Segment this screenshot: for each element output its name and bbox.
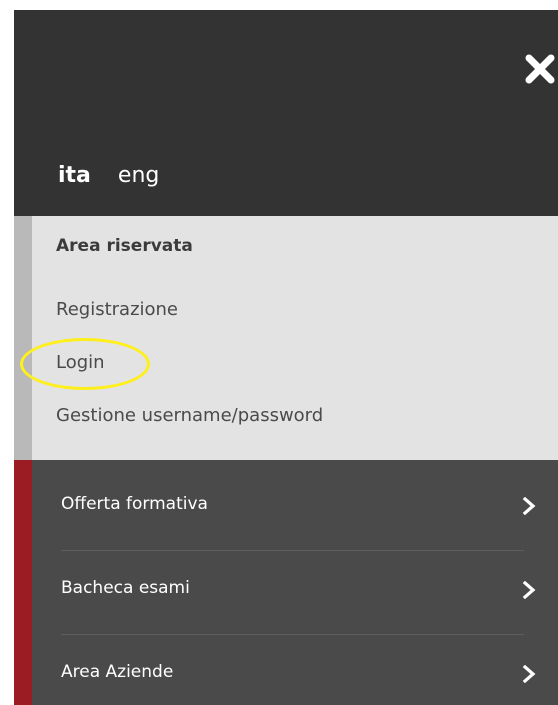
nav-item-bacheca-esami[interactable]: Bacheca esami [32, 550, 558, 632]
nav-item-label: Bacheca esami [61, 578, 190, 598]
nav-stripe [14, 460, 32, 705]
nav-item-label: Area Aziende [61, 662, 174, 682]
nav-item-offerta-formativa[interactable]: Offerta formativa [32, 466, 558, 548]
reserved-area-stripe [14, 216, 32, 460]
side-menu: ita eng Area riservata Registrazione Log… [14, 10, 558, 705]
close-button[interactable] [522, 51, 558, 87]
chevron-right-icon [522, 581, 536, 599]
language-ita[interactable]: ita [58, 163, 91, 188]
page: ita eng Area riservata Registrazione Log… [0, 0, 558, 705]
chevron-right-icon [522, 497, 536, 515]
registration-link[interactable]: Registrazione [56, 299, 178, 320]
reserved-area-title: Area riservata [56, 236, 193, 256]
nav-list: Offerta formativa Bacheca esami Area Azi… [14, 460, 558, 705]
language-eng[interactable]: eng [118, 163, 159, 188]
nav-item-label: Offerta formativa [61, 494, 208, 514]
chevron-right-icon [522, 665, 536, 683]
menu-header: ita eng [14, 10, 558, 216]
reserved-area: Area riservata Registrazione Login Gesti… [14, 216, 558, 460]
close-icon [525, 54, 555, 84]
nav-item-area-aziende[interactable]: Area Aziende [32, 634, 558, 705]
login-link[interactable]: Login [56, 352, 105, 373]
language-switcher: ita eng [58, 160, 159, 190]
manage-credentials-link[interactable]: Gestione username/password [56, 405, 323, 426]
